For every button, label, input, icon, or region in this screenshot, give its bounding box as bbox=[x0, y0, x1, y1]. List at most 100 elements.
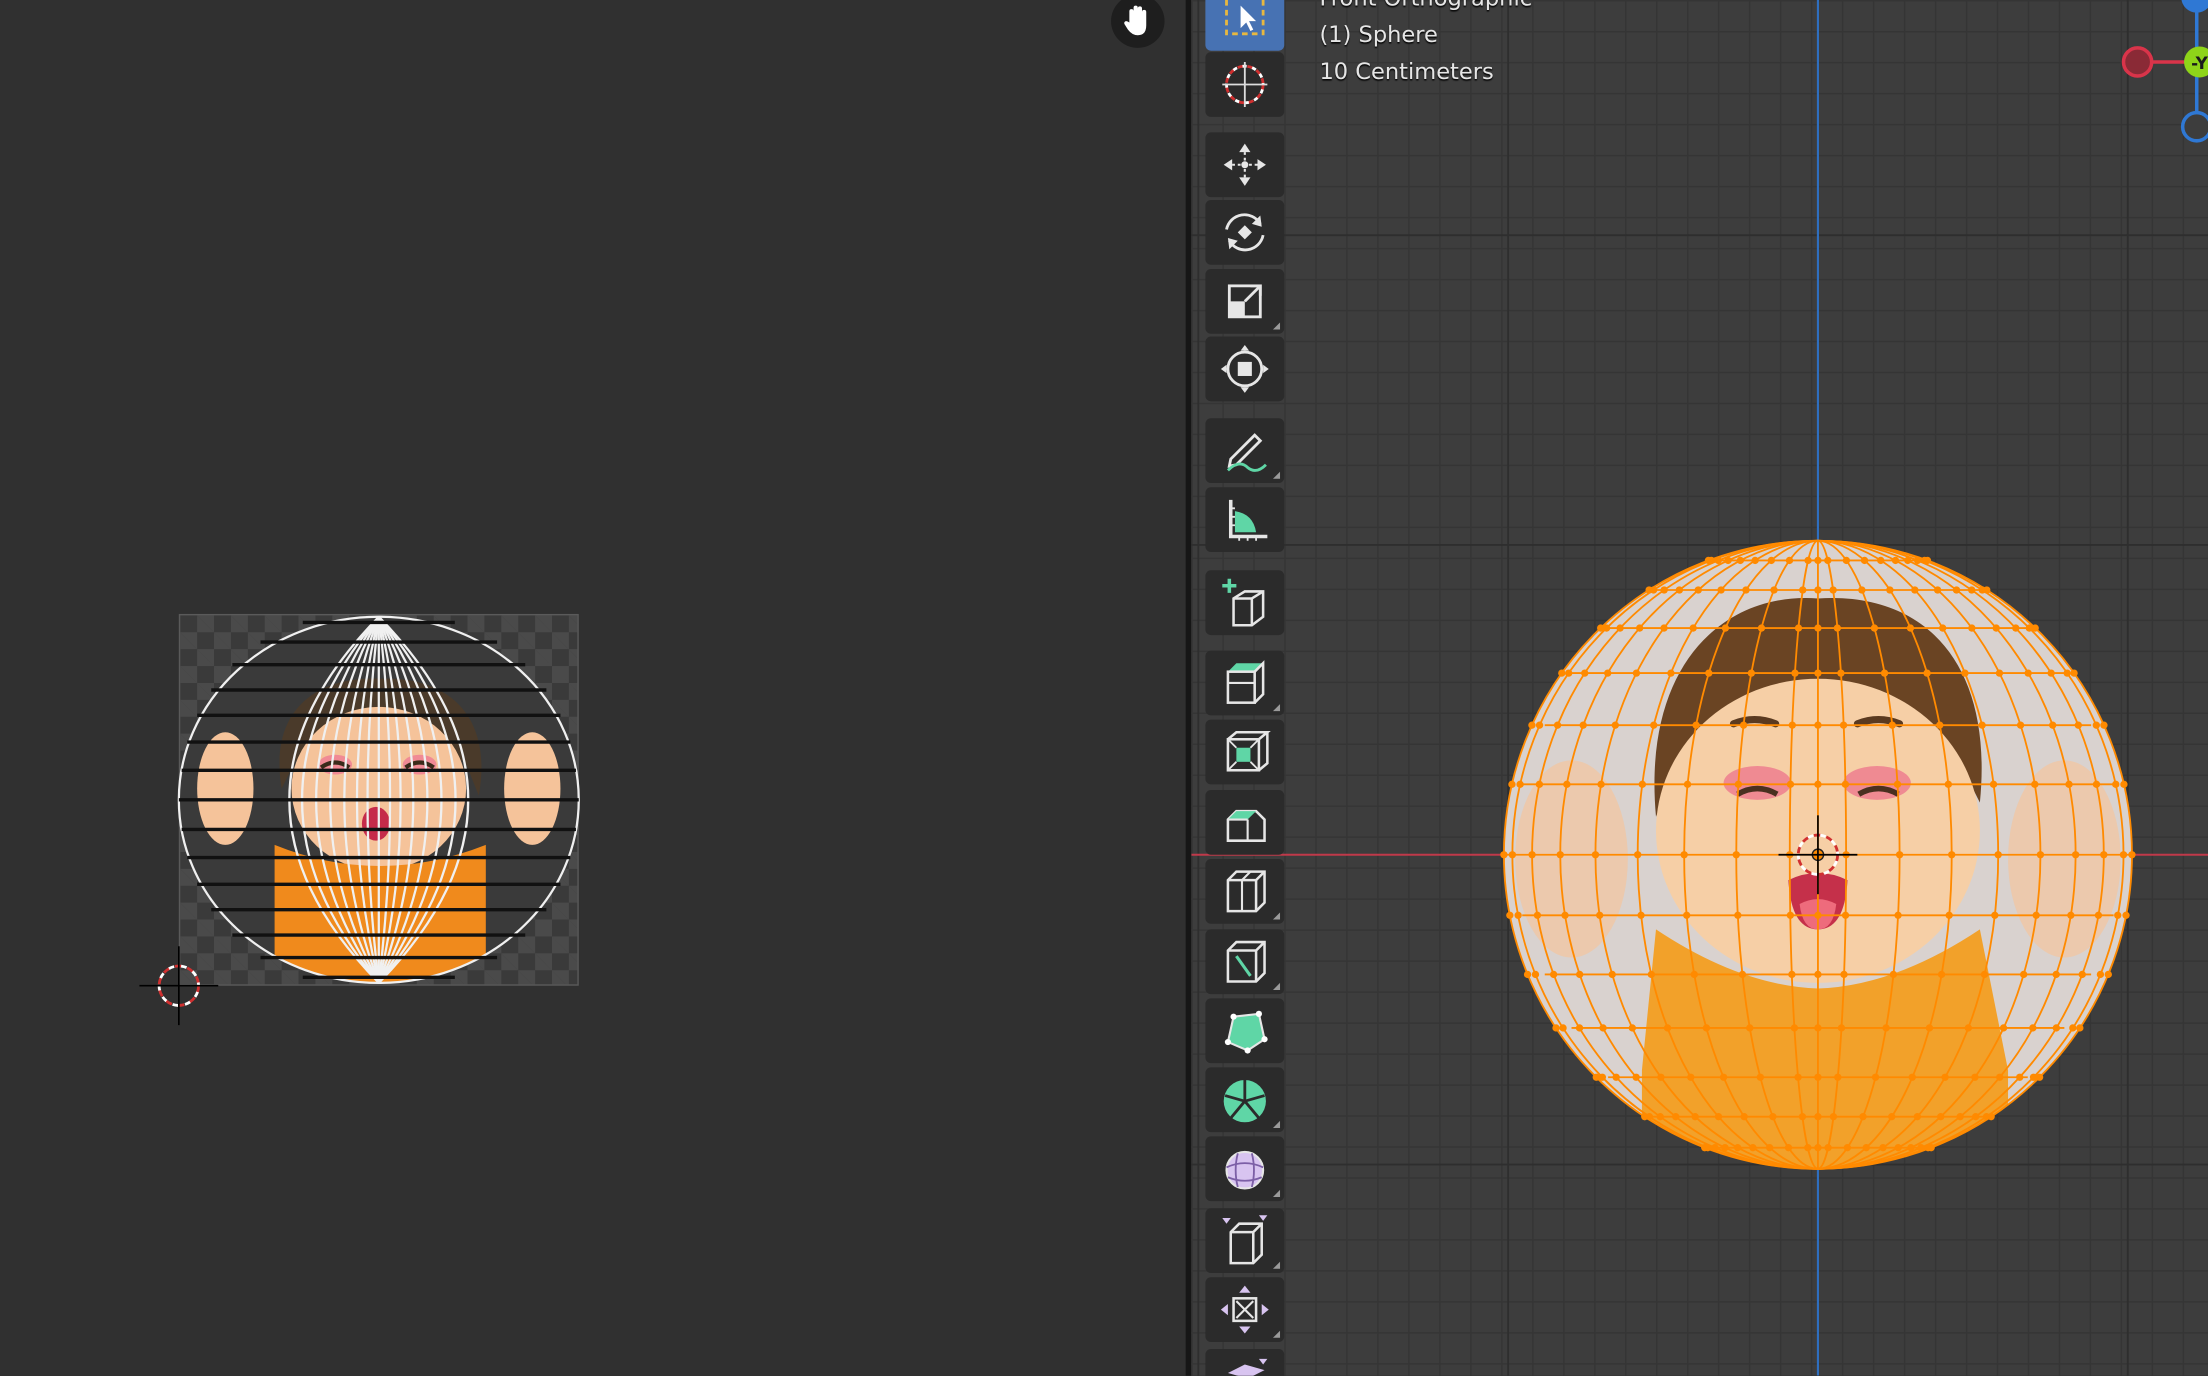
mesh-vertex[interactable] bbox=[1834, 1073, 1842, 1081]
mesh-vertex[interactable] bbox=[1991, 911, 1999, 919]
mesh-vertex[interactable] bbox=[1956, 1113, 1964, 1121]
mesh-vertex[interactable] bbox=[2119, 851, 2128, 859]
loop-cut-tool[interactable] bbox=[1205, 858, 1285, 924]
mesh-vertex[interactable] bbox=[2078, 970, 2086, 979]
mesh-vertex[interactable] bbox=[1814, 780, 1822, 789]
mesh-vertex[interactable] bbox=[1841, 911, 1850, 919]
mesh-vertex[interactable] bbox=[1500, 851, 1508, 859]
mesh-vertex[interactable] bbox=[1736, 556, 1745, 565]
mesh-vertex[interactable] bbox=[2032, 911, 2040, 919]
mesh-vertex[interactable] bbox=[1788, 970, 1796, 979]
mesh-vertex[interactable] bbox=[1961, 669, 1969, 677]
mesh-vertex[interactable] bbox=[1714, 556, 1722, 565]
mesh-vertex[interactable] bbox=[1983, 586, 1991, 594]
mesh-vertex[interactable] bbox=[1788, 721, 1796, 729]
gizmo-x-handle[interactable] bbox=[2121, 46, 2154, 78]
mesh-vertex[interactable] bbox=[1837, 669, 1845, 677]
mesh-vertex[interactable] bbox=[1879, 1143, 1887, 1152]
mesh-vertex[interactable] bbox=[1596, 624, 1605, 632]
mesh-vertex[interactable] bbox=[1814, 586, 1822, 594]
mesh-vertex[interactable] bbox=[1971, 1073, 1979, 1081]
mesh-vertex[interactable] bbox=[2092, 780, 2101, 789]
mesh-vertex[interactable] bbox=[1508, 851, 1517, 859]
mesh-vertex[interactable] bbox=[1814, 911, 1822, 919]
smooth-tool[interactable] bbox=[1205, 1136, 1285, 1202]
mesh-vertex[interactable] bbox=[1612, 1073, 1620, 1081]
mesh-vertex[interactable] bbox=[1749, 1143, 1757, 1152]
mesh-vertex[interactable] bbox=[1814, 624, 1822, 632]
mesh-vertex[interactable] bbox=[2031, 624, 2039, 632]
mesh-vertex[interactable] bbox=[1641, 1113, 1649, 1121]
mesh-vertex[interactable] bbox=[1724, 556, 1732, 565]
mesh-vertex[interactable] bbox=[1608, 970, 1616, 979]
mesh-vertex[interactable] bbox=[1531, 970, 1540, 979]
mesh-vertex[interactable] bbox=[1893, 780, 1902, 789]
mesh-vertex[interactable] bbox=[1937, 970, 1946, 979]
mesh-vertex[interactable] bbox=[1791, 669, 1799, 677]
mesh-vertex[interactable] bbox=[1660, 624, 1668, 632]
mesh-vertex[interactable] bbox=[1711, 1143, 1719, 1152]
mesh-vertex[interactable] bbox=[1814, 1143, 1822, 1152]
mesh-vertex[interactable] bbox=[1575, 1024, 1584, 1032]
mesh-vertex[interactable] bbox=[1628, 1024, 1637, 1032]
mesh-vertex[interactable] bbox=[2047, 669, 2055, 677]
mesh-vertex[interactable] bbox=[2016, 721, 2025, 729]
mesh-vertex[interactable] bbox=[1798, 1113, 1807, 1121]
mesh-vertex[interactable] bbox=[1702, 1024, 1711, 1032]
mesh-vertex[interactable] bbox=[1799, 586, 1807, 594]
mesh-vertex[interactable] bbox=[1858, 586, 1866, 594]
mesh-vertex[interactable] bbox=[1717, 586, 1725, 594]
mesh-vertex[interactable] bbox=[1860, 556, 1869, 565]
mesh-vertex[interactable] bbox=[1933, 586, 1942, 594]
mesh-vertex[interactable] bbox=[1880, 669, 1889, 677]
mesh-vertex[interactable] bbox=[1862, 1143, 1870, 1152]
mesh-vertex[interactable] bbox=[1980, 970, 1989, 979]
navigation-gizmo[interactable]: -Y bbox=[2098, 0, 2208, 155]
mesh-vertex[interactable] bbox=[1877, 556, 1885, 565]
mesh-vertex[interactable] bbox=[1680, 851, 1688, 859]
mesh-vertex[interactable] bbox=[1739, 721, 1748, 729]
mesh-vertex[interactable] bbox=[1814, 556, 1822, 565]
mesh-vertex[interactable] bbox=[1687, 1073, 1695, 1081]
mesh-vertex[interactable] bbox=[1508, 780, 1516, 789]
mesh-vertex[interactable] bbox=[1765, 1143, 1774, 1152]
mesh-vertex[interactable] bbox=[1742, 586, 1750, 594]
mesh-vertex[interactable] bbox=[1650, 721, 1658, 729]
mesh-vertex[interactable] bbox=[1732, 851, 1740, 859]
mesh-vertex[interactable] bbox=[1840, 970, 1848, 979]
mesh-vertex[interactable] bbox=[1913, 556, 1922, 565]
mesh-vertex[interactable] bbox=[1843, 1143, 1852, 1152]
mesh-vertex[interactable] bbox=[1968, 586, 1976, 594]
mesh-vertex[interactable] bbox=[2104, 970, 2112, 979]
mesh-vertex[interactable] bbox=[2114, 911, 2122, 919]
mesh-vertex[interactable] bbox=[1824, 556, 1832, 565]
mesh-vertex[interactable] bbox=[1870, 624, 1879, 632]
mesh-vertex[interactable] bbox=[1734, 780, 1743, 789]
mesh-vertex[interactable] bbox=[2049, 721, 2057, 729]
mesh-vertex[interactable] bbox=[1923, 669, 1931, 677]
mesh-vertex[interactable] bbox=[2052, 970, 2060, 979]
mesh-vertex[interactable] bbox=[1599, 1024, 1607, 1032]
mesh-vertex[interactable] bbox=[1841, 780, 1850, 789]
mesh-vertex[interactable] bbox=[1785, 556, 1794, 565]
transform-tool[interactable] bbox=[1205, 336, 1285, 402]
mesh-vertex[interactable] bbox=[1634, 851, 1642, 859]
mesh-vertex[interactable] bbox=[1581, 669, 1589, 677]
mesh-vertex[interactable] bbox=[1839, 721, 1848, 729]
mesh-vertex[interactable] bbox=[1814, 1024, 1822, 1032]
mesh-vertex[interactable] bbox=[1945, 911, 1953, 919]
mesh-vertex[interactable] bbox=[1837, 1024, 1846, 1032]
mesh-vertex[interactable] bbox=[1632, 669, 1641, 677]
mesh-vertex[interactable] bbox=[1734, 911, 1742, 919]
mesh-vertex[interactable] bbox=[1939, 624, 1947, 632]
mesh-vertex[interactable] bbox=[1647, 970, 1656, 979]
mesh-vertex[interactable] bbox=[1734, 1143, 1742, 1152]
mesh-vertex[interactable] bbox=[1767, 556, 1775, 565]
mesh-vertex[interactable] bbox=[1672, 1113, 1680, 1121]
mesh-vertex[interactable] bbox=[1533, 911, 1542, 919]
mesh-vertex[interactable] bbox=[2096, 970, 2105, 979]
mesh-vertex[interactable] bbox=[2031, 780, 2039, 789]
mesh-vertex[interactable] bbox=[1894, 911, 1902, 919]
cursor-tool[interactable] bbox=[1205, 52, 1285, 117]
mesh-vertex[interactable] bbox=[1657, 1073, 1665, 1081]
